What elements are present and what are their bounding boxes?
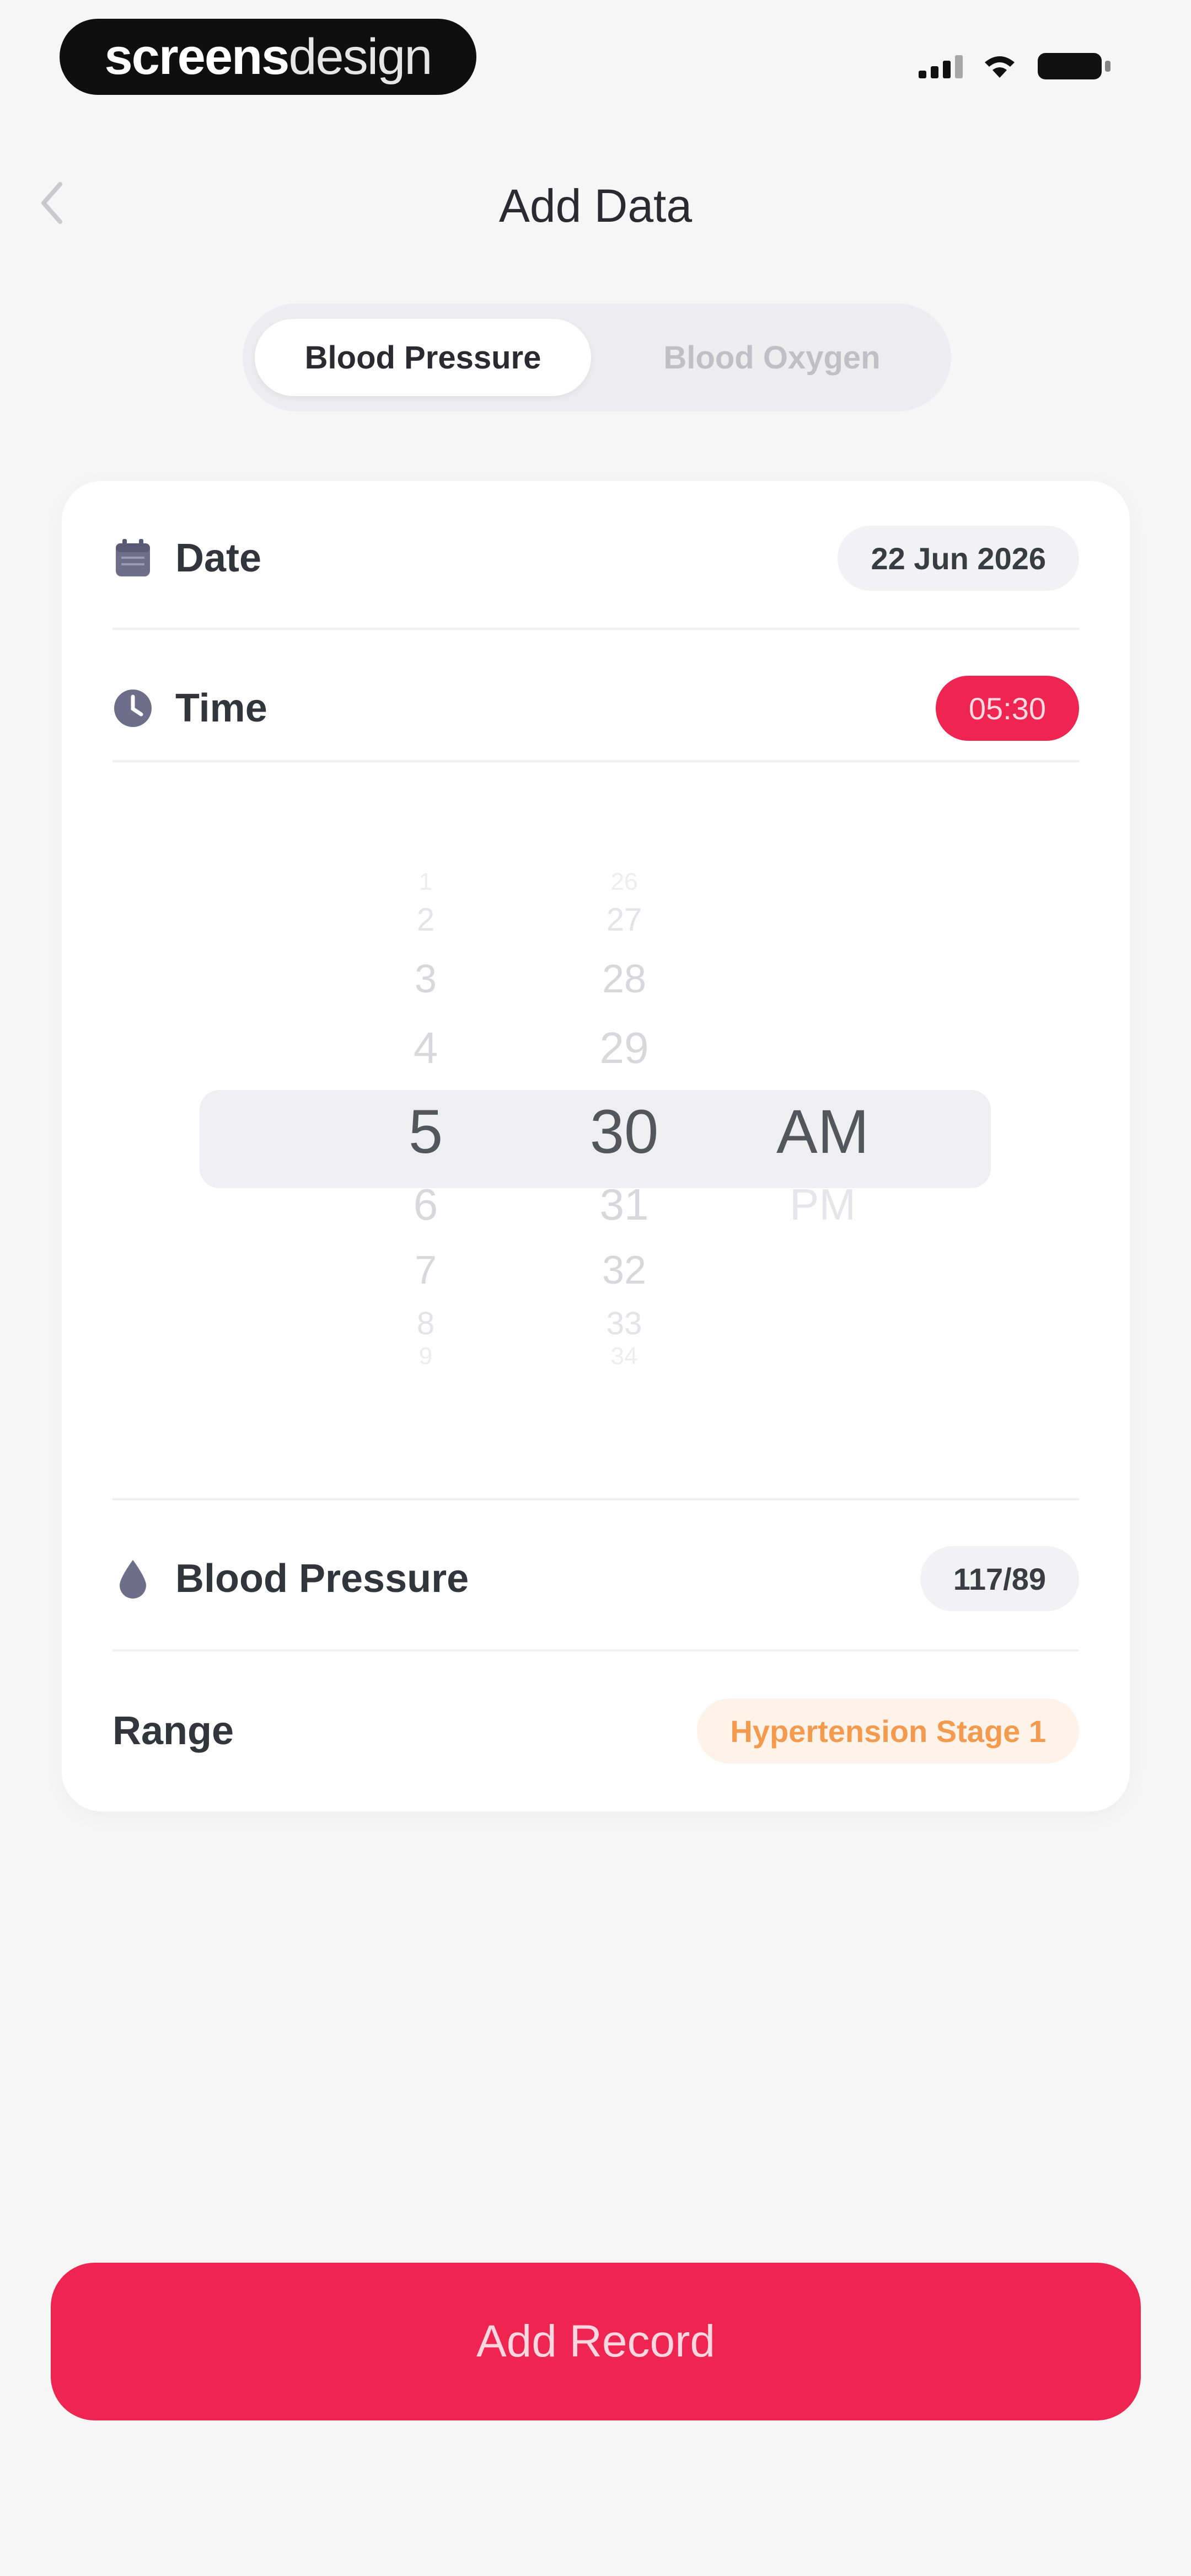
- minute-wheel[interactable]: 26 27 28 29 30 31 32 33 34: [547, 867, 701, 1970]
- divider: [112, 1649, 1079, 1652]
- minute-selected[interactable]: 30: [547, 1096, 701, 1167]
- minute-option[interactable]: 34: [547, 1343, 701, 1370]
- battery-icon: [1038, 53, 1110, 79]
- divider: [112, 628, 1079, 630]
- hour-wheel[interactable]: 1 2 3 4 5 6 7 8 9: [371, 867, 481, 1970]
- minute-option[interactable]: 31: [547, 1179, 701, 1230]
- minute-option[interactable]: 33: [547, 1305, 701, 1342]
- range-status-badge: Hypertension Stage 1: [697, 1698, 1079, 1763]
- screensdesign-logo: screens design: [60, 19, 476, 95]
- hour-option[interactable]: 3: [371, 956, 481, 1002]
- signal-icon: [919, 54, 963, 78]
- period-selected[interactable]: AM: [723, 1096, 922, 1167]
- wifi-icon: [985, 56, 1015, 78]
- range-label: Range: [112, 1709, 234, 1753]
- time-value-button[interactable]: 05:30: [935, 676, 1079, 741]
- logo-bold-text: screens: [104, 28, 290, 85]
- minute-option[interactable]: 29: [547, 1023, 701, 1073]
- date-label: Date: [175, 536, 262, 580]
- date-row: Date 22 Jun 2026: [112, 520, 1079, 597]
- minute-option[interactable]: 28: [547, 956, 701, 1002]
- record-form-card: Date 22 Jun 2026 Time 05:30 1 2 3 4 5 6 …: [62, 481, 1130, 1811]
- divider: [112, 760, 1079, 762]
- divider: [112, 1498, 1079, 1500]
- clock-icon: [112, 688, 153, 729]
- blood-pressure-row: Blood Pressure 117/89: [112, 1540, 1079, 1617]
- time-label: Time: [175, 686, 267, 730]
- hour-option[interactable]: 8: [371, 1305, 481, 1342]
- measurement-type-switch: Blood Pressure Blood Oxygen: [243, 303, 951, 411]
- hour-option[interactable]: 1: [371, 868, 481, 896]
- hour-option[interactable]: 7: [371, 1248, 481, 1293]
- minute-option[interactable]: 32: [547, 1248, 701, 1293]
- period-wheel[interactable]: AM PM: [723, 867, 922, 1419]
- date-value-button[interactable]: 22 Jun 2026: [838, 526, 1079, 591]
- period-option[interactable]: PM: [723, 1179, 922, 1230]
- blood-drop-icon: [112, 1558, 153, 1599]
- hour-option[interactable]: 4: [371, 1023, 481, 1073]
- blood-pressure-label: Blood Pressure: [175, 1557, 469, 1601]
- range-row: Range Hypertension Stage 1: [112, 1692, 1079, 1770]
- back-chevron-icon: [41, 182, 62, 224]
- calendar-icon: [112, 538, 153, 579]
- hour-option[interactable]: 9: [371, 1343, 481, 1370]
- blood-pressure-value-button[interactable]: 117/89: [920, 1546, 1079, 1611]
- minute-option[interactable]: 27: [547, 901, 701, 938]
- page-title: Add Data: [498, 180, 693, 232]
- time-row: Time 05:30: [112, 670, 1079, 747]
- minute-option[interactable]: 26: [547, 868, 701, 896]
- hour-selected[interactable]: 5: [371, 1096, 481, 1167]
- tab-blood-pressure[interactable]: Blood Pressure: [255, 319, 591, 396]
- add-record-button[interactable]: Add Record: [51, 2263, 1141, 2420]
- hour-option[interactable]: 6: [371, 1179, 481, 1230]
- tab-blood-oxygen[interactable]: Blood Oxygen: [618, 319, 926, 396]
- status-icons: [919, 51, 1114, 82]
- logo-light-text: design: [288, 28, 432, 85]
- hour-option[interactable]: 2: [371, 901, 481, 938]
- back-button[interactable]: [32, 175, 71, 231]
